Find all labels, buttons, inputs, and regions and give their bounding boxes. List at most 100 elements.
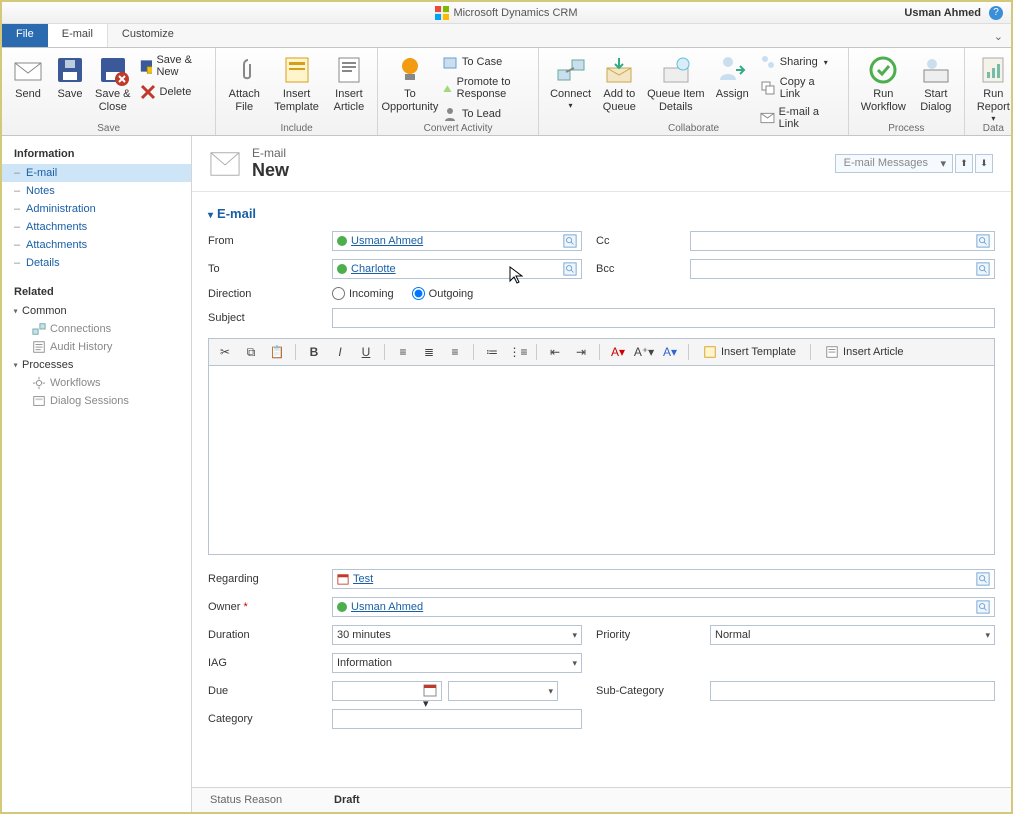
to-opportunity-button[interactable]: To Opportunity xyxy=(384,52,436,116)
regarding-value[interactable]: Test xyxy=(353,573,974,585)
nav-administration[interactable]: Administration xyxy=(2,200,191,218)
copy-icon[interactable]: ⧉ xyxy=(241,342,261,362)
nav-down-button[interactable]: ⬇ xyxy=(975,154,993,173)
editor-insert-template[interactable]: Insert Template xyxy=(697,343,802,361)
nav-processes[interactable]: Processes xyxy=(2,356,191,374)
email-body-editor[interactable] xyxy=(208,365,995,555)
to-field[interactable]: Charlotte xyxy=(332,259,582,279)
lookup-icon[interactable] xyxy=(974,598,992,616)
owner-value[interactable]: Usman Ahmed xyxy=(351,601,974,613)
nav-details[interactable]: Details xyxy=(2,254,191,272)
tab-customize[interactable]: Customize xyxy=(108,24,188,47)
due-date-input[interactable]: ▾ xyxy=(332,681,442,701)
nav-attachments-1[interactable]: Attachments xyxy=(2,218,191,236)
font-family-icon[interactable]: A▾ xyxy=(660,342,680,362)
outdent-icon[interactable]: ⇤ xyxy=(545,342,565,362)
current-user: Usman Ahmed xyxy=(904,7,981,19)
to-value[interactable]: Charlotte xyxy=(351,263,561,275)
nav-information-header: Information xyxy=(2,144,191,164)
ribbon-tabs: File E-mail Customize ⌄ xyxy=(2,24,1011,48)
send-button[interactable]: Send xyxy=(8,52,48,103)
nav-notes[interactable]: Notes xyxy=(2,182,191,200)
nav-common[interactable]: Common xyxy=(2,302,191,320)
save-new-button[interactable]: Save & New xyxy=(136,52,210,80)
lookup-icon[interactable] xyxy=(561,260,579,278)
delete-button[interactable]: Delete xyxy=(136,82,210,102)
editor-insert-article[interactable]: Insert Article xyxy=(819,343,910,361)
bold-icon[interactable]: B xyxy=(304,342,324,362)
lookup-icon[interactable] xyxy=(974,570,992,588)
file-tab[interactable]: File xyxy=(2,24,48,47)
start-dialog-button[interactable]: Start Dialog xyxy=(914,52,958,116)
insert-template-button[interactable]: Insert Template xyxy=(268,52,325,116)
underline-icon[interactable]: U xyxy=(356,342,376,362)
direction-incoming[interactable]: Incoming xyxy=(332,287,394,300)
nav-email[interactable]: E-mail xyxy=(2,164,191,182)
run-workflow-button[interactable]: Run Workflow xyxy=(855,52,912,116)
nav-up-button[interactable]: ⬆ xyxy=(955,154,973,173)
promote-response-button[interactable]: Promote to Response xyxy=(438,74,532,102)
save-close-button[interactable]: Save & Close xyxy=(92,52,134,116)
nav-dialog-sessions[interactable]: Dialog Sessions xyxy=(2,392,191,410)
save-button[interactable]: Save xyxy=(50,52,90,103)
nav-audit-history[interactable]: Audit History xyxy=(2,338,191,356)
lookup-icon[interactable] xyxy=(561,232,579,250)
collapse-ribbon-icon[interactable]: ⌄ xyxy=(994,30,1003,43)
ribbon-group-collaborate: Connect▾ Add to Queue Queue Item Details… xyxy=(539,48,848,135)
attach-file-button[interactable]: Attach File xyxy=(222,52,266,116)
connect-button[interactable]: Connect▾ xyxy=(545,52,595,112)
from-value[interactable]: Usman Ahmed xyxy=(351,235,561,247)
to-lead-button[interactable]: To Lead xyxy=(438,104,532,124)
section-email-header[interactable]: E-mail xyxy=(208,202,995,225)
bcc-label: Bcc xyxy=(596,263,676,275)
iag-select[interactable]: Information xyxy=(332,653,582,673)
owner-field[interactable]: Usman Ahmed xyxy=(332,597,995,617)
cut-icon[interactable]: ✂ xyxy=(215,342,235,362)
nav-workflows[interactable]: Workflows xyxy=(2,374,191,392)
help-icon[interactable]: ? xyxy=(989,6,1003,20)
from-field[interactable]: Usman Ahmed xyxy=(332,231,582,251)
cc-field[interactable] xyxy=(690,231,995,251)
lookup-icon[interactable] xyxy=(974,260,992,278)
paste-icon[interactable]: 📋 xyxy=(267,342,287,362)
subcategory-input[interactable] xyxy=(710,681,995,701)
align-left-icon[interactable]: ≡ xyxy=(393,342,413,362)
add-to-queue-button[interactable]: Add to Queue xyxy=(598,52,641,116)
direction-outgoing[interactable]: Outgoing xyxy=(412,287,474,300)
category-input[interactable] xyxy=(332,709,582,729)
due-time-input[interactable] xyxy=(448,681,558,701)
align-right-icon[interactable]: ≡ xyxy=(445,342,465,362)
subject-input[interactable] xyxy=(332,308,995,328)
bcc-field[interactable] xyxy=(690,259,995,279)
font-size-icon[interactable]: A⁺▾ xyxy=(634,342,654,362)
to-case-button[interactable]: To Case xyxy=(438,52,532,72)
italic-icon[interactable]: I xyxy=(330,342,350,362)
assign-button[interactable]: Assign xyxy=(711,52,754,103)
nav-connections[interactable]: Connections xyxy=(2,320,191,338)
form-header: E-mail New E-mail Messages ⬆ ⬇ xyxy=(192,136,1011,192)
duration-label: Duration xyxy=(208,629,318,641)
numbered-list-icon[interactable]: ≔ xyxy=(482,342,502,362)
regarding-field[interactable]: Test xyxy=(332,569,995,589)
bullet-list-icon[interactable]: ⋮≡ xyxy=(508,342,528,362)
tab-email[interactable]: E-mail xyxy=(48,24,108,47)
copy-link-button[interactable]: Copy a Link xyxy=(756,74,842,102)
font-color-icon[interactable]: A▾ xyxy=(608,342,628,362)
run-report-button[interactable]: Run Report▾ xyxy=(971,52,1013,125)
calendar-picker-icon[interactable]: ▾ xyxy=(423,683,439,699)
insert-article-button[interactable]: Insert Article xyxy=(327,52,371,116)
duration-select[interactable]: 30 minutes xyxy=(332,625,582,645)
nav-related-header: Related xyxy=(2,282,191,302)
queue-item-details-button[interactable]: Queue Item Details xyxy=(643,52,709,116)
regarding-label: Regarding xyxy=(208,573,318,585)
indent-icon[interactable]: ⇥ xyxy=(571,342,591,362)
priority-select[interactable]: Normal xyxy=(710,625,995,645)
owner-label: Owner xyxy=(208,601,318,613)
nav-attachments-2[interactable]: Attachments xyxy=(2,236,191,254)
status-reason-value: Draft xyxy=(334,794,993,806)
align-center-icon[interactable]: ≣ xyxy=(419,342,439,362)
sharing-button[interactable]: Sharing▾ xyxy=(756,52,842,72)
form-selector[interactable]: E-mail Messages xyxy=(835,154,953,173)
left-nav: Information E-mail Notes Administration … xyxy=(2,136,192,812)
lookup-icon[interactable] xyxy=(974,232,992,250)
